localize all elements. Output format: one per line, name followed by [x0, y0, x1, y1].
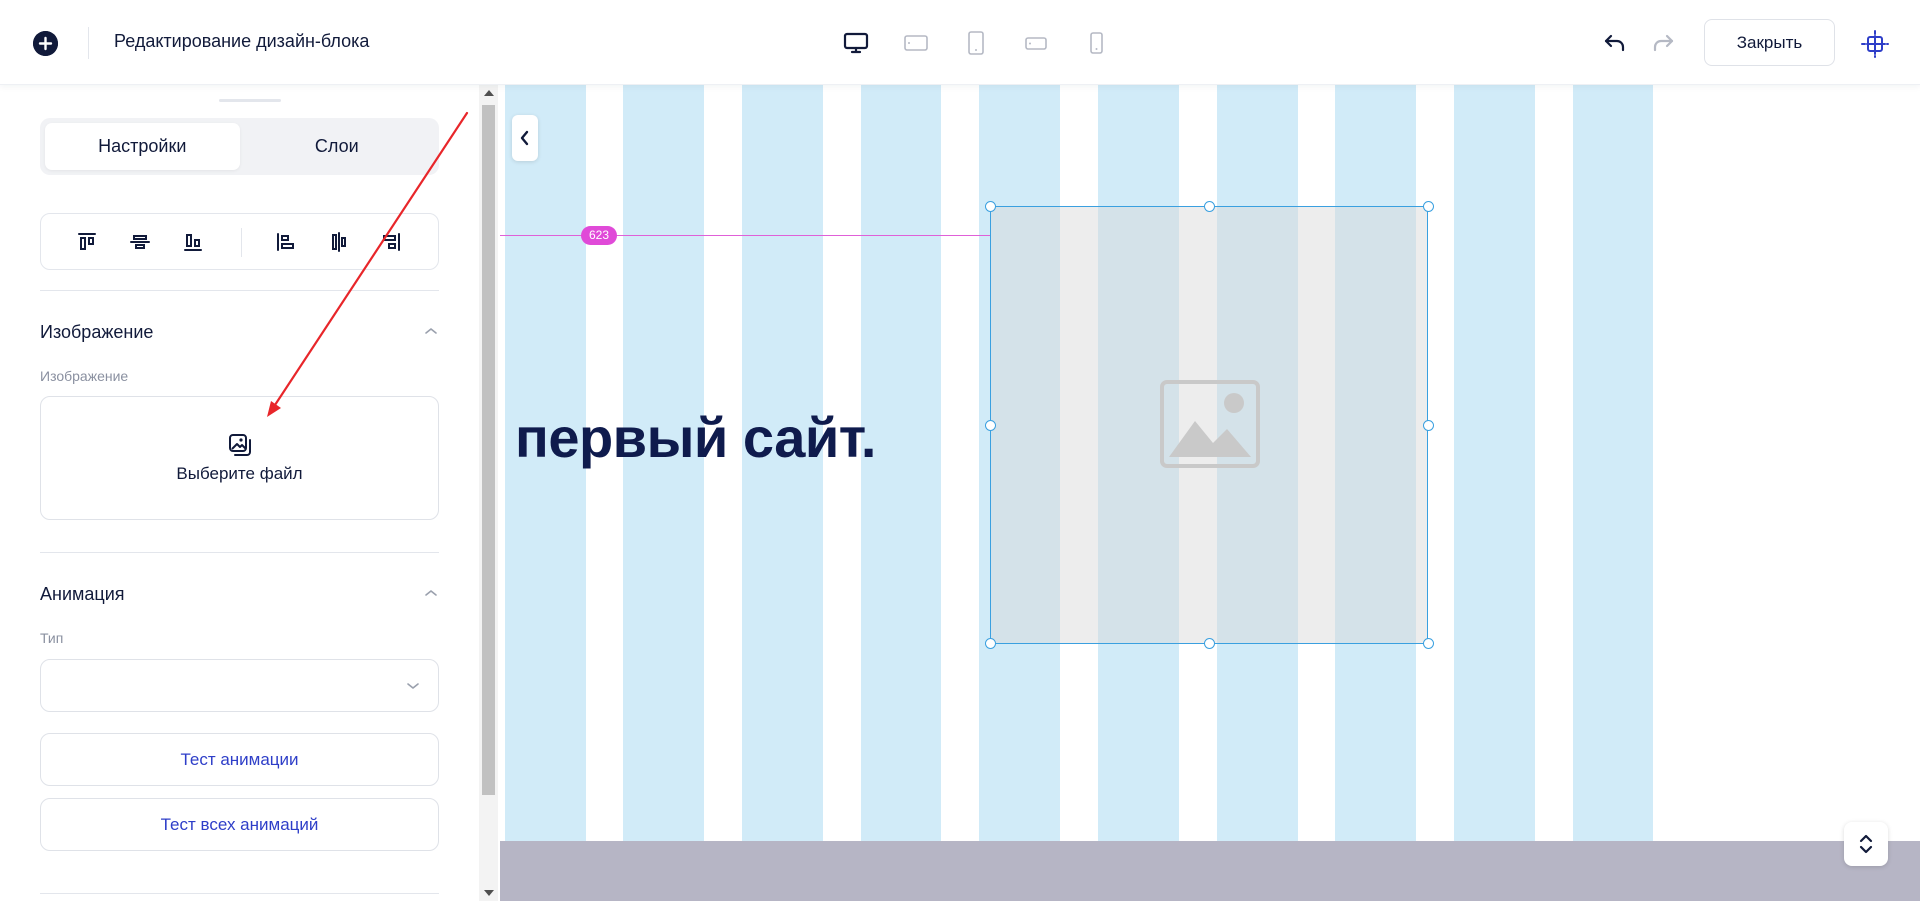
align-top-button[interactable] [74, 229, 100, 255]
section-divider [40, 552, 439, 553]
phone-landscape-icon [1025, 37, 1047, 50]
device-phone-landscape-button[interactable] [1006, 28, 1066, 58]
grid-column [1454, 85, 1535, 841]
distance-guide-line [500, 235, 990, 236]
image-section-title: Изображение [40, 322, 154, 342]
align-center-button[interactable] [326, 229, 352, 255]
file-upload-label: Выберите файл [176, 464, 303, 483]
chevron-down-icon [407, 683, 419, 689]
scrollbar-thumb[interactable] [482, 105, 495, 795]
align-right-button[interactable] [378, 229, 404, 255]
tablet-landscape-icon [904, 35, 928, 51]
undo-icon [1604, 34, 1625, 52]
file-upload-dropzone[interactable]: Выберите файл [40, 396, 439, 520]
page-title: Редактирование дизайн-блока [114, 31, 370, 51]
resize-handle-top-left[interactable] [985, 201, 996, 212]
align-middle-button[interactable] [127, 229, 153, 255]
resize-handle-bottom-left[interactable] [985, 638, 996, 649]
align-bottom-button[interactable] [180, 229, 206, 255]
panel-scrollbar[interactable] [479, 85, 498, 901]
image-placeholder-icon [1160, 380, 1260, 468]
chevron-left-icon [520, 130, 529, 146]
hero-text[interactable]: первый сайт. [515, 405, 876, 470]
plus-icon [33, 31, 58, 56]
test-animation-button[interactable]: Тест анимации [40, 733, 439, 786]
device-phone-portrait-button[interactable] [1066, 28, 1126, 58]
animation-section-title: Анимация [40, 584, 125, 604]
chevron-up-icon[interactable] [424, 588, 438, 598]
align-top-icon [78, 233, 96, 250]
section-divider [40, 893, 439, 894]
panel-tabs: Настройки Слои [40, 118, 439, 175]
align-right-icon [383, 233, 400, 251]
selected-image-element[interactable] [990, 206, 1428, 644]
resize-handle-top[interactable] [1204, 201, 1215, 212]
scroll-down-arrow[interactable] [484, 890, 494, 896]
test-all-animations-button[interactable]: Тест всех анимаций [40, 798, 439, 851]
device-tablet-portrait-button[interactable] [946, 28, 1006, 58]
settings-panel: Настройки Слои Изображение Изображение В… [0, 85, 478, 901]
alignment-toolbar [40, 213, 439, 270]
align-left-icon [277, 233, 294, 251]
undo-button[interactable] [1601, 29, 1629, 57]
resize-handle-bottom-right[interactable] [1423, 638, 1434, 649]
image-field-label: Изображение [40, 368, 129, 384]
desktop-icon [843, 32, 869, 54]
resize-handle-left[interactable] [985, 420, 996, 431]
grid-toggle-button[interactable] [1860, 29, 1890, 59]
expand-collapse-button[interactable] [1844, 822, 1888, 866]
grid-column [1573, 85, 1653, 841]
chevron-up-down-icon [1859, 834, 1873, 854]
align-center-icon [332, 232, 346, 252]
device-desktop-button[interactable] [826, 28, 886, 58]
crosshair-grid-icon [1861, 30, 1889, 58]
design-canvas[interactable]: 623 первый сайт. [500, 85, 1920, 901]
align-middle-icon [130, 235, 150, 249]
distance-badge: 623 [581, 226, 617, 245]
tablet-portrait-icon [968, 31, 984, 55]
resize-handle-top-right[interactable] [1423, 201, 1434, 212]
resize-handle-bottom[interactable] [1204, 638, 1215, 649]
resize-handle-right[interactable] [1423, 420, 1434, 431]
image-upload-icon [228, 434, 251, 456]
phone-portrait-icon [1090, 32, 1103, 54]
collapse-panel-button[interactable] [512, 115, 538, 161]
add-block-button[interactable] [33, 31, 58, 56]
device-tablet-landscape-button[interactable] [886, 28, 946, 58]
chevron-up-icon[interactable] [424, 326, 438, 336]
redo-icon [1653, 34, 1674, 52]
alignment-divider [241, 228, 242, 257]
animation-type-label: Тип [40, 630, 64, 646]
align-left-button[interactable] [273, 229, 299, 255]
redo-button[interactable] [1649, 29, 1677, 57]
align-bottom-icon [184, 234, 202, 251]
animation-type-select[interactable] [40, 659, 439, 712]
device-switcher [826, 28, 1126, 58]
tab-settings[interactable]: Настройки [45, 123, 240, 170]
toolbar-divider [88, 27, 89, 59]
scroll-up-arrow[interactable] [484, 90, 494, 96]
close-button[interactable]: Закрыть [1704, 19, 1835, 66]
panel-drag-handle[interactable] [219, 99, 281, 102]
section-divider [40, 290, 439, 291]
tab-layers[interactable]: Слои [240, 123, 435, 170]
history-controls [1601, 29, 1677, 57]
next-block-area [500, 841, 1920, 901]
top-toolbar: Редактирование дизайн-блока Закрыть [0, 0, 1920, 85]
